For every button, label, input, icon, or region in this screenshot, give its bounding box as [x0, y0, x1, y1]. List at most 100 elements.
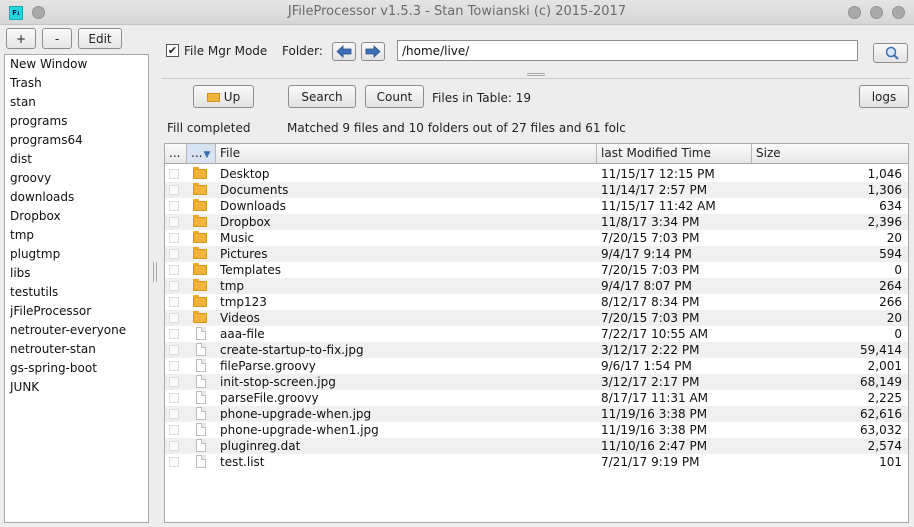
row-select-cell[interactable]: [165, 438, 185, 454]
bookmark-item[interactable]: Dropbox: [5, 207, 148, 226]
size-cell: 62,616: [860, 407, 902, 421]
row-select-cell[interactable]: [165, 342, 185, 358]
file-name-cell: init-stop-screen.jpg: [220, 375, 336, 389]
file-mgr-mode-checkbox[interactable]: ✔: [166, 44, 179, 57]
column-header-size[interactable]: Size: [752, 144, 908, 163]
row-type-cell: [187, 406, 215, 422]
file-name-cell: Videos: [220, 311, 260, 325]
row-select-cell[interactable]: [165, 326, 185, 342]
logs-button[interactable]: logs: [859, 85, 909, 108]
folder-path-input[interactable]: [397, 40, 858, 61]
count-button[interactable]: Count: [365, 85, 424, 108]
bookmark-item[interactable]: programs64: [5, 131, 148, 150]
file-icon: [196, 439, 206, 452]
bookmark-item[interactable]: netrouter-stan: [5, 340, 148, 359]
table-row[interactable]: phone-upgrade-when.jpg 11/19/16 3:38 PM 62…: [165, 406, 908, 422]
row-select-cell[interactable]: [165, 246, 185, 262]
row-select-cell[interactable]: [165, 198, 185, 214]
file-name-cell: aaa-file: [220, 327, 265, 341]
bookmark-item[interactable]: Trash: [5, 74, 148, 93]
row-select-cell[interactable]: [165, 310, 185, 326]
file-name-cell: phone-upgrade-when.jpg: [220, 407, 372, 421]
table-row[interactable]: parseFile.groovy 8/17/17 11:31 AM 2,225: [165, 390, 908, 406]
bookmark-item[interactable]: dist: [5, 150, 148, 169]
size-cell: 2,225: [867, 391, 902, 405]
file-name-cell: test.list: [220, 455, 265, 469]
table-row[interactable]: Documents 11/14/17 2:57 PM 1,306: [165, 182, 908, 198]
forward-button[interactable]: [361, 42, 385, 61]
row-select-cell[interactable]: [165, 262, 185, 278]
table-row[interactable]: Downloads 11/15/17 11:42 AM 634: [165, 198, 908, 214]
bookmark-item[interactable]: JUNK: [5, 378, 148, 397]
file-name-cell: Documents: [220, 183, 289, 197]
bookmark-item[interactable]: gs-spring-boot: [5, 359, 148, 378]
file-icon: [196, 343, 206, 356]
table-row[interactable]: tmp123 8/12/17 8:34 PM 266: [165, 294, 908, 310]
panel-resize-grip[interactable]: [527, 73, 545, 76]
table-row[interactable]: init-stop-screen.jpg 3/12/17 2:17 PM 68,14…: [165, 374, 908, 390]
bookmark-item[interactable]: tmp: [5, 226, 148, 245]
bookmark-list[interactable]: New Window Trash stan programs programs64 dis…: [4, 54, 149, 523]
edit-bookmark-button[interactable]: Edit: [78, 28, 122, 49]
table-row[interactable]: Music 7/20/15 7:03 PM 20: [165, 230, 908, 246]
bookmark-item[interactable]: testutils: [5, 283, 148, 302]
table-row[interactable]: tmp 9/4/17 8:07 PM 264: [165, 278, 908, 294]
column-header-file[interactable]: File: [216, 144, 597, 163]
bookmark-item[interactable]: New Window: [5, 55, 148, 74]
maximize-button[interactable]: [870, 6, 883, 19]
column-header-type[interactable]: ...▼: [187, 144, 216, 163]
row-type-cell: [187, 230, 215, 246]
table-row[interactable]: pluginreg.dat 11/10/16 2:47 PM 2,574: [165, 438, 908, 454]
row-select-cell[interactable]: [165, 422, 185, 438]
row-select-cell[interactable]: [165, 374, 185, 390]
column-header-modified[interactable]: last Modified Time: [597, 144, 752, 163]
up-button[interactable]: Up: [193, 85, 254, 108]
table-row[interactable]: Templates 7/20/15 7:03 PM 0: [165, 262, 908, 278]
size-cell: 264: [879, 279, 902, 293]
bookmark-item[interactable]: groovy: [5, 169, 148, 188]
table-row[interactable]: test.list 7/21/17 9:19 PM 101: [165, 454, 908, 470]
modified-time-cell: 11/15/17 12:15 PM: [601, 167, 715, 181]
modified-time-cell: 11/15/17 11:42 AM: [601, 199, 716, 213]
table-row[interactable]: Videos 7/20/15 7:03 PM 20: [165, 310, 908, 326]
row-select-cell[interactable]: [165, 166, 185, 182]
size-cell: 594: [879, 247, 902, 261]
add-bookmark-button[interactable]: +: [6, 28, 36, 49]
row-select-cell[interactable]: [165, 278, 185, 294]
bookmark-item[interactable]: programs: [5, 112, 148, 131]
row-select-cell[interactable]: [165, 230, 185, 246]
bookmark-item[interactable]: jFileProcessor: [5, 302, 148, 321]
split-pane-divider[interactable]: [153, 262, 157, 282]
table-row[interactable]: phone-upgrade-when1.jpg 11/19/16 3:38 PM 6…: [165, 422, 908, 438]
back-button[interactable]: [332, 42, 356, 61]
file-icon: [196, 455, 206, 468]
bookmark-item[interactable]: netrouter-everyone: [5, 321, 148, 340]
table-row[interactable]: create-startup-to-fix.jpg 3/12/17 2:22 PM…: [165, 342, 908, 358]
row-select-cell[interactable]: [165, 390, 185, 406]
bookmark-item[interactable]: stan: [5, 93, 148, 112]
table-row[interactable]: fileParse.groovy 9/6/17 1:54 PM 2,001: [165, 358, 908, 374]
minimize-button[interactable]: [848, 6, 861, 19]
row-select-cell[interactable]: [165, 406, 185, 422]
row-select-cell[interactable]: [165, 358, 185, 374]
table-row[interactable]: Pictures 9/4/17 9:14 PM 594: [165, 246, 908, 262]
table-row[interactable]: Desktop 11/15/17 12:15 PM 1,046: [165, 166, 908, 182]
row-select-cell[interactable]: [165, 454, 185, 470]
browse-search-button[interactable]: [873, 43, 908, 63]
table-row[interactable]: Dropbox 11/8/17 3:34 PM 2,396: [165, 214, 908, 230]
remove-bookmark-button[interactable]: -: [42, 28, 72, 49]
close-button[interactable]: [892, 6, 905, 19]
row-select-cell[interactable]: [165, 214, 185, 230]
column-header-select[interactable]: ...: [165, 144, 187, 163]
row-type-cell: [187, 390, 215, 406]
row-type-cell: [187, 182, 215, 198]
row-select-cell[interactable]: [165, 294, 185, 310]
search-button[interactable]: Search: [288, 85, 356, 108]
table-row[interactable]: aaa-file 7/22/17 10:55 AM 0: [165, 326, 908, 342]
bookmark-item[interactable]: plugtmp: [5, 245, 148, 264]
row-select-cell[interactable]: [165, 182, 185, 198]
bookmark-item[interactable]: downloads: [5, 188, 148, 207]
folder-icon: [193, 295, 207, 307]
bookmark-item[interactable]: libs: [5, 264, 148, 283]
size-cell: 20: [886, 311, 902, 325]
